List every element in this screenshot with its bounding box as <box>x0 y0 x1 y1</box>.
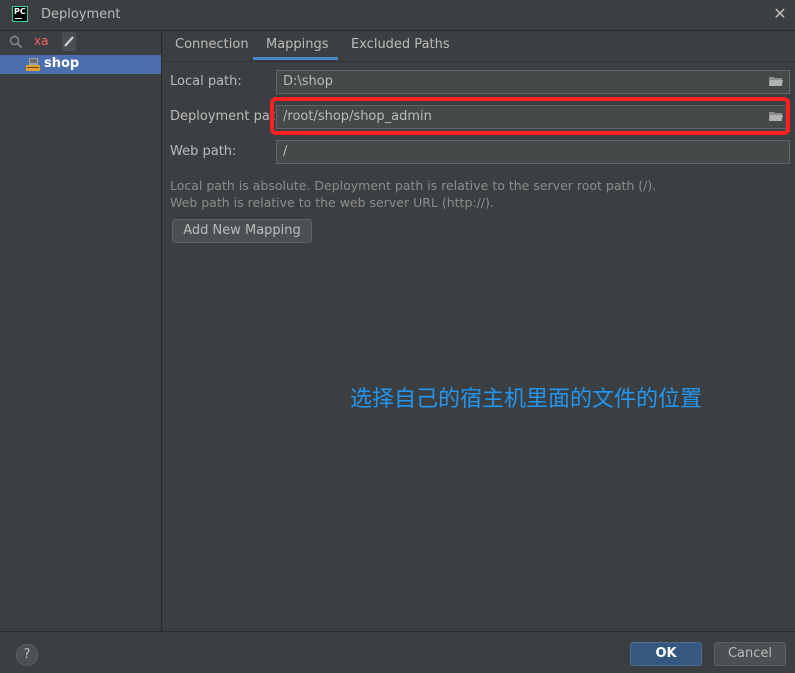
search-icon <box>9 35 23 49</box>
server-search[interactable]: xa <box>0 31 162 54</box>
annotation-text: 选择自己的宿主机里面的文件的位置 <box>350 387 703 412</box>
ok-button[interactable]: OK <box>630 642 702 666</box>
help-button[interactable]: ? <box>16 644 38 666</box>
web-path-field[interactable]: / <box>276 140 790 164</box>
server-list-panel: xa shop <box>0 31 162 631</box>
web-path-label: Web path: <box>170 144 237 159</box>
server-item-label: shop <box>44 56 80 71</box>
search-input[interactable]: xa <box>34 34 48 48</box>
tab-excluded-paths[interactable]: Excluded Paths <box>351 37 450 52</box>
tab-connection[interactable]: Connection <box>175 37 249 52</box>
active-tab-indicator <box>253 57 338 60</box>
local-path-field[interactable]: D:\shop <box>276 70 790 94</box>
dialog-footer: ? OK Cancel <box>0 631 795 673</box>
window-title: Deployment <box>41 7 121 22</box>
add-new-mapping-button[interactable]: Add New Mapping <box>172 219 312 243</box>
web-path-value: / <box>283 144 288 159</box>
local-path-label: Local path: <box>170 74 242 89</box>
pycharm-logo-icon: PC <box>12 6 28 22</box>
server-item-shop[interactable]: shop <box>0 55 161 74</box>
tab-mappings[interactable]: Mappings <box>266 37 329 52</box>
cancel-button[interactable]: Cancel <box>714 642 786 666</box>
help-text-line-1: Local path is absolute. Deployment path … <box>170 178 657 193</box>
title-bar: PC Deployment ✕ <box>0 0 795 31</box>
help-text-line-2: Web path is relative to the web server U… <box>170 195 494 210</box>
highlight-annotation-box <box>270 97 790 135</box>
folder-browse-icon[interactable] <box>769 76 783 87</box>
close-button[interactable]: ✕ <box>771 5 789 23</box>
edit-icon[interactable] <box>62 32 76 51</box>
sftp-icon <box>26 58 40 71</box>
local-path-value: D:\shop <box>283 74 333 89</box>
